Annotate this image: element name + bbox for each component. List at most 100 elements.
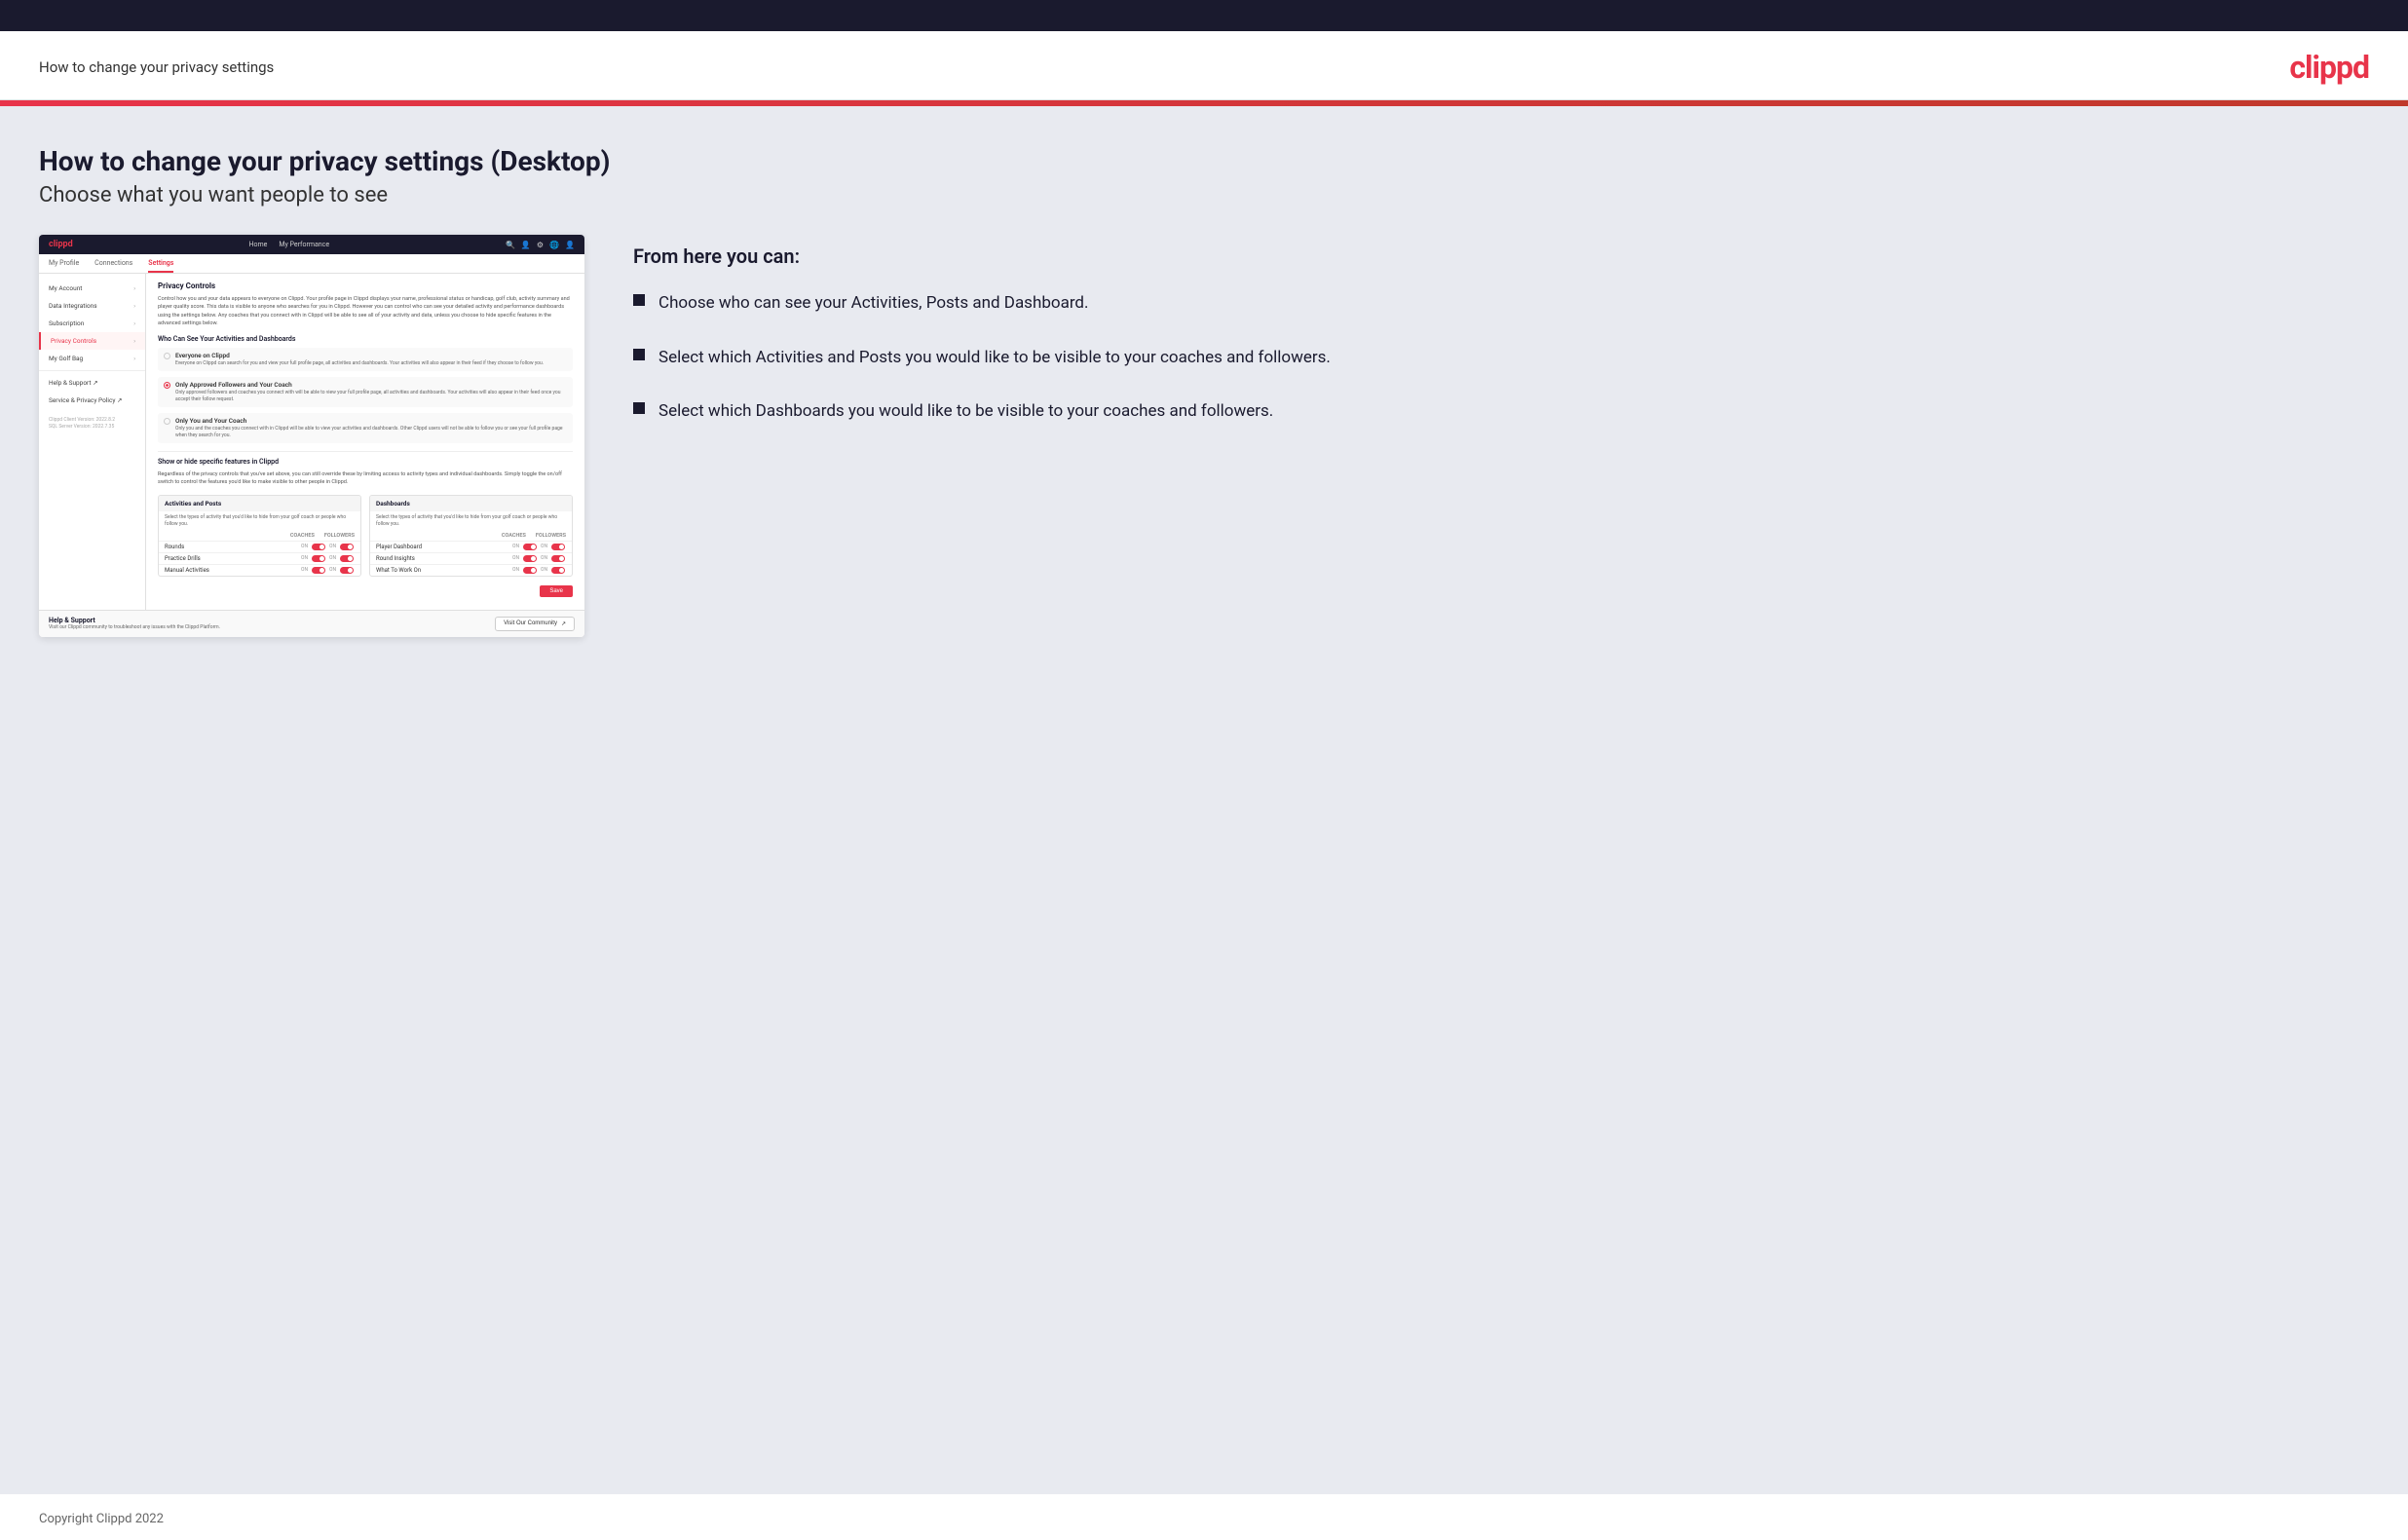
gear-icon: ⚙: [537, 241, 544, 249]
mini-body: My Account › Data Integrations › Subscri…: [39, 274, 584, 610]
player-coaches-toggle[interactable]: [523, 544, 537, 550]
work-coaches-toggle[interactable]: [523, 567, 537, 574]
page-heading: How to change your privacy settings (Des…: [39, 145, 2369, 207]
chevron-icon: ›: [133, 285, 135, 292]
rounds-coaches-toggle[interactable]: [312, 544, 325, 550]
drills-followers-toggle[interactable]: [340, 555, 354, 562]
mini-navbar: clippd Home My Performance 🔍 👤 ⚙ 🌐 👤: [39, 235, 584, 254]
globe-icon: 🌐: [549, 241, 559, 249]
radio-everyone-input[interactable]: [164, 353, 170, 359]
list-item: Choose who can see your Activities, Post…: [633, 291, 2369, 317]
tab-settings[interactable]: Settings: [148, 259, 173, 273]
radio-approved-followers-input[interactable]: [164, 382, 170, 389]
header-title: How to change your privacy settings: [39, 58, 274, 76]
activities-columns: COACHES FOLLOWERS: [159, 531, 360, 541]
sidebar-item-golf-bag[interactable]: My Golf Bag ›: [39, 350, 145, 367]
radio-everyone[interactable]: Everyone on Clippd Everyone on Clippd ca…: [158, 348, 573, 371]
mini-logo: clippd: [49, 240, 73, 249]
tab-connections[interactable]: Connections: [94, 259, 132, 273]
mini-tabs: My Profile Connections Settings: [39, 254, 584, 274]
bullet-text-2: Select which Activities and Posts you wo…: [658, 346, 1331, 371]
chevron-icon: ›: [133, 320, 135, 327]
privacy-controls-title: Privacy Controls: [158, 282, 573, 290]
user-icon: 👤: [521, 241, 531, 249]
activities-section: Activities and Posts Select the types of…: [158, 495, 361, 577]
rounds-followers-toggle[interactable]: [340, 544, 354, 550]
mini-nav-performance: My Performance: [279, 241, 329, 248]
chevron-icon: ›: [133, 356, 135, 362]
tab-my-profile[interactable]: My Profile: [49, 259, 79, 273]
toggle-practice-drills: Practice Drills ON ON: [159, 552, 360, 564]
list-item: Select which Activities and Posts you wo…: [633, 346, 2369, 371]
mini-nav-links: Home My Performance: [249, 241, 330, 248]
radio-only-you[interactable]: Only You and Your Coach Only you and the…: [158, 413, 573, 443]
right-column: From here you can: Choose who can see yo…: [633, 235, 2369, 454]
activities-header: Activities and Posts: [159, 496, 360, 511]
insights-followers-toggle[interactable]: [551, 555, 565, 562]
mini-main-content: Privacy Controls Control how you and you…: [146, 274, 584, 610]
copyright-text: Copyright Clippd 2022: [39, 1512, 164, 1526]
toggle-player-dashboard: Player Dashboard ON ON: [370, 541, 572, 552]
search-icon: 🔍: [506, 241, 515, 249]
footer: Copyright Clippd 2022: [0, 1494, 2408, 1540]
screenshot-panel: clippd Home My Performance 🔍 👤 ⚙ 🌐 👤 My …: [39, 235, 584, 637]
sidebar-item-privacy-policy[interactable]: Service & Privacy Policy ↗: [39, 392, 145, 409]
dashboards-section: Dashboards Select the types of activity …: [369, 495, 573, 577]
sidebar-item-help[interactable]: Help & Support ↗: [39, 374, 145, 392]
show-hide-title: Show or hide specific features in Clippd: [158, 458, 573, 466]
help-title: Help & Support: [49, 617, 220, 624]
bullet-icon: [633, 402, 645, 414]
radio-group: Everyone on Clippd Everyone on Clippd ca…: [158, 348, 573, 443]
bullet-text-3: Select which Dashboards you would like t…: [658, 399, 1273, 425]
player-followers-toggle[interactable]: [551, 544, 565, 550]
mini-nav-home: Home: [249, 241, 268, 248]
top-bar: [0, 0, 2408, 31]
show-hide-section: Show or hide specific features in Clippd…: [158, 451, 573, 602]
radio-only-you-input[interactable]: [164, 418, 170, 425]
who-can-see-title: Who Can See Your Activities and Dashboar…: [158, 335, 573, 343]
toggle-rounds: Rounds ON ON: [159, 541, 360, 552]
sidebar-item-my-account[interactable]: My Account ›: [39, 280, 145, 297]
save-row: Save: [158, 581, 573, 602]
sidebar-divider: [39, 370, 145, 371]
page-subtitle: Choose what you want people to see: [39, 183, 2369, 207]
save-button[interactable]: Save: [540, 585, 573, 597]
two-col-layout: clippd Home My Performance 🔍 👤 ⚙ 🌐 👤 My …: [39, 235, 2369, 637]
drills-coaches-toggle[interactable]: [312, 555, 325, 562]
page-title: How to change your privacy settings (Des…: [39, 145, 2369, 177]
manual-followers-toggle[interactable]: [340, 567, 354, 574]
show-hide-description: Regardless of the privacy controls that …: [158, 470, 573, 487]
sidebar-item-data-integrations[interactable]: Data Integrations ›: [39, 297, 145, 315]
activities-desc: Select the types of activity that you'd …: [159, 511, 360, 531]
toggle-round-insights: Round Insights ON ON: [370, 552, 572, 564]
bullet-icon: [633, 349, 645, 360]
visit-community-button[interactable]: Visit Our Community ↗: [495, 617, 575, 631]
from-here-title: From here you can:: [633, 244, 2369, 268]
sidebar-item-privacy-controls[interactable]: Privacy Controls ›: [39, 332, 145, 350]
version-info: Clippd Client Version: 2022.8.2SQL Serve…: [39, 409, 145, 438]
help-description: Visit our Clippd community to troublesho…: [49, 624, 220, 630]
radio-approved-followers[interactable]: Only Approved Followers and Your Coach O…: [158, 377, 573, 407]
toggle-manual-activities: Manual Activities ON ON: [159, 564, 360, 576]
insights-coaches-toggle[interactable]: [523, 555, 537, 562]
mini-help-section: Help & Support Visit our Clippd communit…: [39, 610, 584, 637]
toggle-what-to-work-on: What To Work On ON ON: [370, 564, 572, 576]
privacy-controls-description: Control how you and your data appears to…: [158, 295, 573, 327]
header: How to change your privacy settings clip…: [0, 31, 2408, 100]
mini-nav-icons: 🔍 👤 ⚙ 🌐 👤: [506, 241, 575, 249]
chevron-icon: ›: [133, 303, 135, 310]
manual-coaches-toggle[interactable]: [312, 567, 325, 574]
toggles-row: Activities and Posts Select the types of…: [158, 495, 573, 577]
chevron-icon: ›: [133, 338, 135, 345]
main-content: How to change your privacy settings (Des…: [0, 106, 2408, 1494]
work-followers-toggle[interactable]: [551, 567, 565, 574]
dashboards-header: Dashboards: [370, 496, 572, 511]
sidebar-item-subscription[interactable]: Subscription ›: [39, 315, 145, 332]
bullet-text-1: Choose who can see your Activities, Post…: [658, 291, 1089, 317]
external-link-icon: ↗: [561, 620, 566, 627]
mini-sidebar: My Account › Data Integrations › Subscri…: [39, 274, 146, 610]
dashboards-desc: Select the types of activity that you'd …: [370, 511, 572, 531]
bullet-list: Choose who can see your Activities, Post…: [633, 291, 2369, 425]
avatar-icon: 👤: [565, 241, 575, 249]
bullet-icon: [633, 294, 645, 306]
